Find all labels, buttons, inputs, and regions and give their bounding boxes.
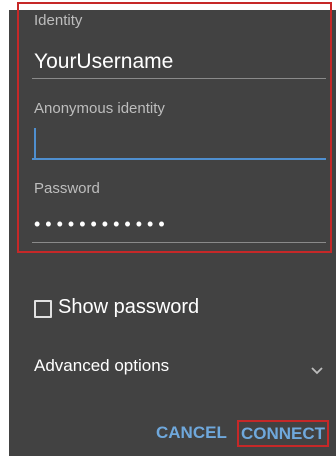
show-password-checkbox[interactable]: [34, 300, 52, 318]
advanced-options-label[interactable]: Advanced options: [34, 356, 169, 376]
identity-label: Identity: [34, 12, 83, 29]
identity-input[interactable]: YourUsername: [34, 50, 173, 74]
cancel-button[interactable]: CANCEL: [156, 423, 227, 443]
password-label: Password: [34, 180, 100, 197]
chevron-down-icon[interactable]: [311, 362, 323, 380]
anonymous-identity-underline: [32, 158, 326, 160]
anonymous-identity-input[interactable]: [34, 128, 324, 158]
show-password-label[interactable]: Show password: [58, 296, 199, 319]
text-cursor: [34, 128, 36, 158]
password-underline: [32, 242, 326, 243]
connect-button[interactable]: CONNECT: [237, 420, 329, 447]
anonymous-identity-label: Anonymous identity: [34, 100, 165, 117]
password-input[interactable]: ••••••••••••: [34, 214, 170, 235]
identity-underline: [32, 78, 326, 79]
